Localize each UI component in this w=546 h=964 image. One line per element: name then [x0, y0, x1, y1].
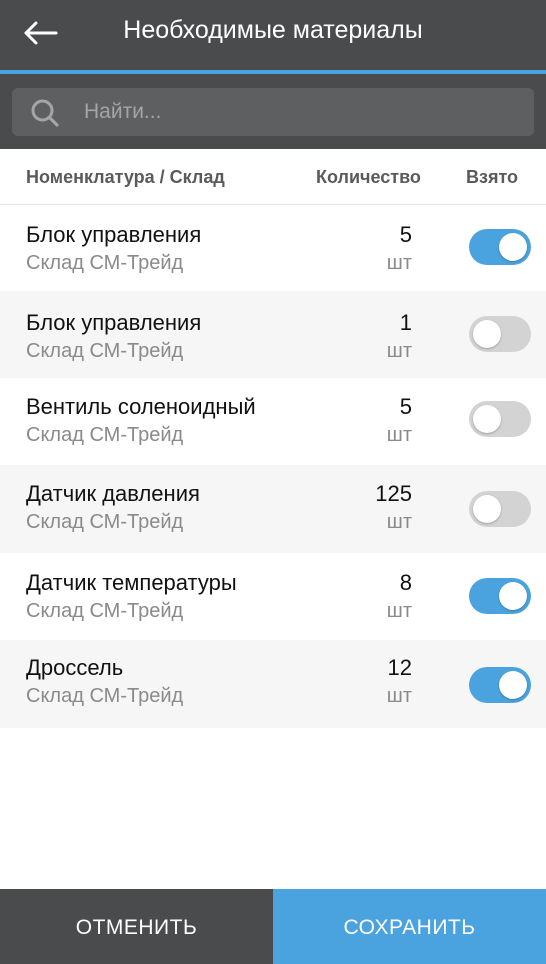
- column-quantity-header: Количество: [316, 167, 421, 187]
- column-header: Номенклатура / Склад Количество Взято: [0, 149, 546, 205]
- item-unit: шт: [386, 424, 412, 446]
- page-title: Необходимые материалы: [123, 16, 423, 44]
- list-item: Датчик температуры Склад СМ-Трейд 8 шт: [0, 553, 546, 640]
- app-header: Необходимые материалы: [0, 0, 546, 72]
- item-store: Склад СМ-Трейд: [26, 685, 184, 707]
- toggle-knob: [473, 405, 501, 433]
- item-quantity: 5: [399, 222, 412, 247]
- search-icon: [30, 98, 60, 128]
- column-taken-header: Взято: [466, 167, 519, 187]
- item-unit: шт: [386, 511, 412, 533]
- toggle-knob: [499, 582, 527, 610]
- item-store: Склад СМ-Трейд: [26, 340, 184, 362]
- taken-toggle[interactable]: [469, 491, 531, 527]
- item-store: Склад СМ-Трейд: [26, 424, 184, 446]
- item-unit: шт: [386, 340, 412, 362]
- item-store: Склад СМ-Трейд: [26, 600, 184, 622]
- search-box[interactable]: [12, 88, 534, 136]
- save-button[interactable]: СОХРАНИТЬ: [273, 889, 546, 964]
- taken-toggle[interactable]: [469, 229, 531, 265]
- search-input[interactable]: [84, 88, 514, 136]
- item-name: Дроссель: [26, 655, 124, 680]
- item-name: Блок управления: [26, 310, 202, 335]
- toggle-knob: [473, 495, 501, 523]
- cancel-button[interactable]: ОТМЕНИТЬ: [0, 889, 273, 964]
- column-name-header: Номенклатура / Склад: [26, 167, 225, 187]
- item-name: Блок управления: [26, 222, 202, 247]
- toggle-knob: [473, 320, 501, 348]
- footer-actions: ОТМЕНИТЬ СОХРАНИТЬ: [0, 889, 546, 964]
- item-name: Датчик давления: [26, 481, 200, 506]
- taken-toggle[interactable]: [469, 667, 531, 703]
- item-quantity: 12: [387, 655, 412, 680]
- item-unit: шт: [386, 685, 412, 707]
- item-quantity: 5: [399, 394, 412, 419]
- taken-toggle[interactable]: [469, 401, 531, 437]
- list-item: Дроссель Склад СМ-Трейд 12 шт: [0, 640, 546, 728]
- taken-toggle[interactable]: [469, 316, 531, 352]
- toggle-knob: [499, 671, 527, 699]
- list-item: Блок управления Склад СМ-Трейд 5 шт: [0, 205, 546, 291]
- item-name: Вентиль соленоидный: [26, 394, 256, 419]
- item-quantity: 125: [375, 481, 412, 506]
- item-quantity: 8: [399, 570, 412, 595]
- list-item: Датчик давления Склад СМ-Трейд 125 шт: [0, 465, 546, 553]
- list-item: Блок управления Склад СМ-Трейд 1 шт: [0, 291, 546, 378]
- item-quantity: 1: [399, 310, 412, 335]
- item-unit: шт: [386, 252, 412, 274]
- item-store: Склад СМ-Трейд: [26, 511, 184, 533]
- item-unit: шт: [386, 600, 412, 622]
- toggle-knob: [499, 233, 527, 261]
- list-item: Вентиль соленоидный Склад СМ-Трейд 5 шт: [0, 378, 546, 465]
- item-store: Склад СМ-Трейд: [26, 252, 184, 274]
- item-name: Датчик температуры: [26, 570, 237, 595]
- materials-list: Блок управления Склад СМ-Трейд 5 шт Блок…: [0, 205, 546, 728]
- search-bar: [0, 74, 546, 149]
- taken-toggle[interactable]: [469, 578, 531, 614]
